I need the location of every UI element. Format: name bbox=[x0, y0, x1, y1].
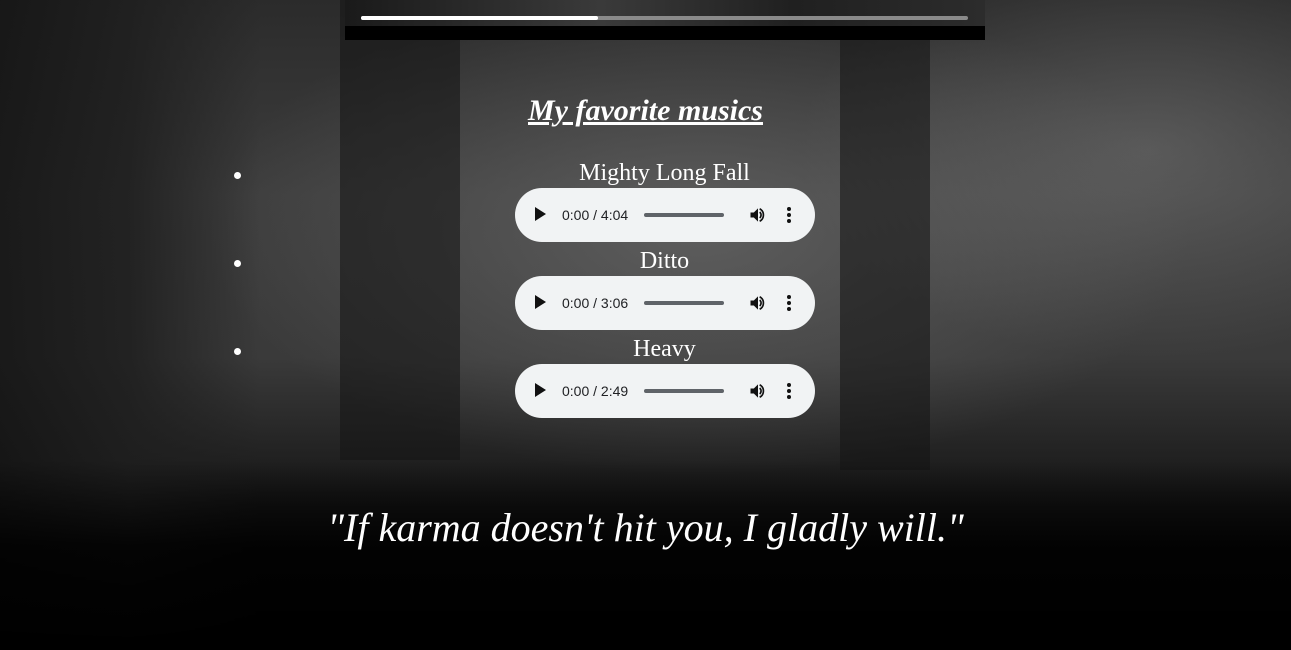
quote: "If karma doesn't hit you, I gladly will… bbox=[327, 505, 964, 550]
play-icon[interactable] bbox=[535, 383, 546, 397]
bullet bbox=[234, 260, 241, 267]
volume-icon[interactable] bbox=[748, 205, 768, 225]
time-display: 0:00 / 3:06 bbox=[562, 295, 629, 311]
time-display: 0:00 / 4:04 bbox=[562, 207, 629, 223]
play-icon[interactable] bbox=[535, 207, 546, 221]
section-title: My favorite musics bbox=[528, 94, 763, 127]
more-vert-icon[interactable] bbox=[779, 381, 799, 401]
music-list: Mighty Long Fall 0:00 / 4:04 Ditto 0:00 … bbox=[0, 156, 1291, 420]
list-item: Ditto 0:00 / 3:06 bbox=[0, 244, 1291, 332]
video-progress-bar[interactable] bbox=[361, 16, 968, 20]
play-icon[interactable] bbox=[535, 295, 546, 309]
seek-slider[interactable] bbox=[644, 389, 724, 393]
list-item: Mighty Long Fall 0:00 / 4:04 bbox=[0, 156, 1291, 244]
background-ground bbox=[0, 460, 1291, 650]
volume-icon[interactable] bbox=[748, 381, 768, 401]
video-player[interactable] bbox=[345, 0, 985, 40]
bullet bbox=[234, 348, 241, 355]
more-vert-icon[interactable] bbox=[779, 205, 799, 225]
bullet bbox=[234, 172, 241, 179]
time-display: 0:00 / 2:49 bbox=[562, 383, 629, 399]
audio-player[interactable]: 0:00 / 2:49 bbox=[515, 364, 815, 418]
more-vert-icon[interactable] bbox=[779, 293, 799, 313]
song-title: Mighty Long Fall bbox=[579, 160, 750, 186]
video-progress-fill bbox=[361, 16, 598, 20]
audio-player[interactable]: 0:00 / 4:04 bbox=[515, 188, 815, 242]
audio-player[interactable]: 0:00 / 3:06 bbox=[515, 276, 815, 330]
seek-slider[interactable] bbox=[644, 213, 724, 217]
song-title: Heavy bbox=[633, 336, 696, 362]
volume-icon[interactable] bbox=[748, 293, 768, 313]
song-title: Ditto bbox=[639, 248, 690, 274]
video-frame bbox=[345, 0, 985, 26]
seek-slider[interactable] bbox=[644, 301, 724, 305]
list-item: Heavy 0:00 / 2:49 bbox=[0, 332, 1291, 420]
